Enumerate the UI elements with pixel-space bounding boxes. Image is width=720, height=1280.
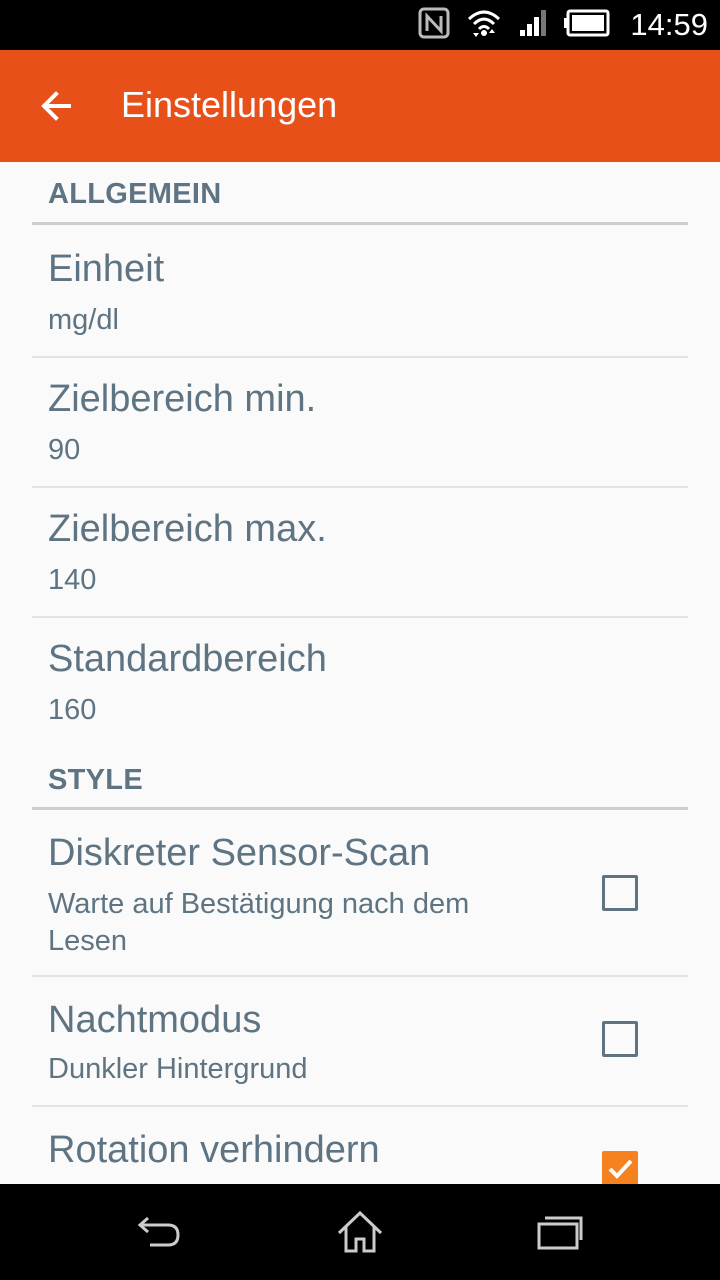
checkbox-diskreter-sensor-scan[interactable] (602, 875, 638, 911)
checkmark-icon (608, 1159, 633, 1179)
checkbox-nachtmodus[interactable] (602, 1021, 638, 1057)
section-header-style: STYLE (48, 764, 143, 796)
setting-summary: Warte auf Bestätigung nach dem Lesen (48, 888, 470, 957)
back-button[interactable] (26, 78, 86, 134)
signal-icon (518, 8, 548, 43)
setting-summary: 140 (48, 564, 97, 596)
nav-recents-button[interactable] (515, 1202, 605, 1262)
setting-rotation-verhindern[interactable]: Rotation verhindern (32, 1107, 688, 1184)
wifi-icon (466, 7, 502, 44)
setting-summary: Dunkler Hintergrund (48, 1053, 308, 1085)
setting-standardbereich[interactable]: Standardbereich 160 (32, 618, 688, 748)
setting-summary: 160 (48, 694, 97, 726)
home-icon (337, 1210, 383, 1253)
settings-list: ALLGEMEIN Einheit mg/dl Zielbereich min.… (0, 162, 720, 1184)
setting-title: Standardbereich (48, 638, 327, 680)
checkbox-rotation-verhindern[interactable] (602, 1151, 638, 1184)
section-divider (32, 807, 688, 810)
back-icon (137, 1216, 180, 1247)
recents-icon (537, 1216, 583, 1250)
status-bar: 14:59 (0, 0, 720, 50)
section-header-allgemein: ALLGEMEIN (48, 178, 222, 210)
setting-diskreter-sensor-scan[interactable]: Diskreter Sensor-Scan Warte auf Bestätig… (32, 812, 688, 975)
setting-title: Diskreter Sensor-Scan (48, 832, 431, 874)
nfc-icon (418, 7, 450, 44)
navigation-bar (0, 1184, 720, 1280)
setting-title: Zielbereich max. (48, 508, 327, 550)
nav-home-button[interactable] (315, 1202, 405, 1262)
setting-title: Einheit (48, 248, 165, 290)
app-bar: Einstellungen (0, 50, 720, 162)
setting-nachtmodus[interactable]: Nachtmodus Dunkler Hintergrund (32, 977, 688, 1105)
page-title: Einstellungen (121, 84, 338, 125)
status-icons: 14:59 (418, 0, 708, 50)
section-divider (32, 222, 688, 225)
arrow-left-icon (41, 91, 71, 121)
setting-title: Rotation verhindern (48, 1129, 380, 1171)
setting-title: Nachtmodus (48, 999, 262, 1041)
setting-summary: 90 (48, 434, 81, 466)
setting-einheit[interactable]: Einheit mg/dl (32, 226, 688, 356)
setting-summary: mg/dl (48, 304, 119, 336)
nav-back-button[interactable] (114, 1202, 204, 1262)
clock: 14:59 (630, 7, 708, 42)
setting-title: Zielbereich min. (48, 378, 317, 420)
setting-zielbereich-min[interactable]: Zielbereich min. 90 (32, 358, 688, 486)
battery-icon (564, 9, 610, 42)
setting-zielbereich-max[interactable]: Zielbereich max. 140 (32, 488, 688, 616)
